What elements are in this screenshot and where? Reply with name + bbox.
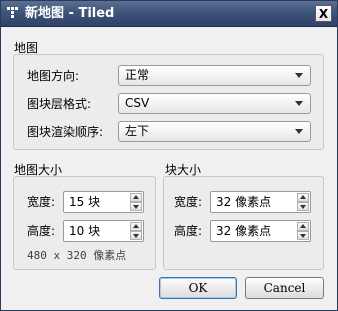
spin-down-icon[interactable]: [297, 231, 309, 240]
new-map-dialog: 新地图 - Tiled X 地图 地图方向: 正常 图块层格式: CSV 图块渲…: [0, 0, 338, 311]
close-icon: X: [318, 6, 329, 21]
spin-down-icon[interactable]: [297, 202, 309, 211]
map-width-spinbox[interactable]: 15 块: [63, 191, 144, 213]
orientation-value: 正常: [125, 68, 150, 82]
spin-up-icon[interactable]: [130, 222, 142, 231]
orientation-select[interactable]: 正常: [118, 65, 311, 86]
map-width-label: 宽度:: [27, 195, 56, 209]
render-order-select[interactable]: 左下: [118, 121, 311, 142]
close-button[interactable]: X: [315, 5, 332, 22]
layer-format-select[interactable]: CSV: [118, 93, 311, 114]
spin-down-icon[interactable]: [130, 231, 142, 240]
chevron-down-icon: [295, 101, 303, 106]
window-title: 新地图 - Tiled: [25, 6, 115, 21]
tile-height-spinbox[interactable]: 32 像素点: [210, 220, 311, 242]
map-height-spinbox[interactable]: 10 块: [63, 220, 144, 242]
layer-format-value: CSV: [125, 96, 150, 110]
spin-down-icon[interactable]: [130, 202, 142, 211]
chevron-down-icon: [295, 73, 303, 78]
tiled-grid-icon: [7, 7, 18, 18]
title-bar[interactable]: 新地图 - Tiled X: [1, 1, 337, 27]
ok-button[interactable]: OK: [159, 277, 237, 299]
tile-height-value: 32 像素点: [216, 224, 272, 238]
orientation-label: 地图方向:: [27, 69, 80, 83]
tile-width-spinbox[interactable]: 32 像素点: [210, 191, 311, 213]
tile-width-label: 宽度:: [174, 195, 203, 209]
tile-height-label: 高度:: [174, 224, 203, 238]
layer-format-label: 图块层格式:: [27, 97, 92, 111]
map-height-value: 10 块: [69, 224, 101, 238]
cancel-button[interactable]: Cancel: [245, 277, 324, 299]
spin-up-icon[interactable]: [130, 193, 142, 202]
map-width-value: 15 块: [69, 195, 101, 209]
render-order-label: 图块渲染顺序:: [27, 125, 104, 139]
chevron-down-icon: [295, 129, 303, 134]
spin-up-icon[interactable]: [297, 222, 309, 231]
map-pixel-size-note: 480 x 320 像素点: [27, 249, 127, 262]
render-order-value: 左下: [125, 124, 150, 138]
tile-width-value: 32 像素点: [216, 195, 272, 209]
spin-up-icon[interactable]: [297, 193, 309, 202]
map-height-label: 高度:: [27, 224, 56, 238]
